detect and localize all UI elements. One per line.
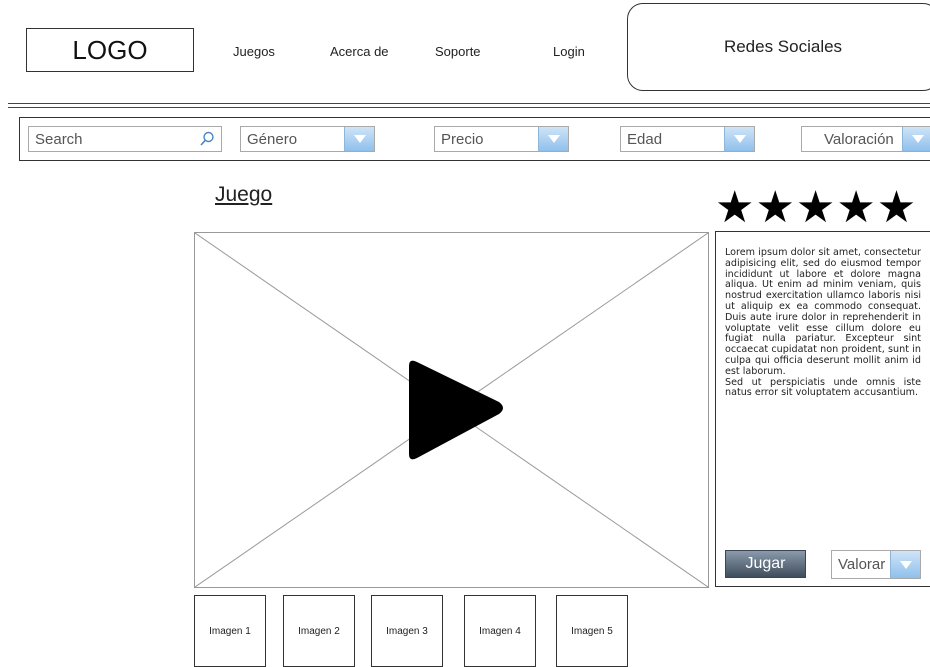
search-input[interactable]: Search [28,126,222,152]
nav-soporte[interactable]: Soporte [435,44,481,59]
social-links-box[interactable]: Redes Sociales [627,3,930,91]
game-title[interactable]: Juego [215,183,272,207]
age-dropdown-label: Edad [627,130,663,148]
header-divider-top [8,103,930,104]
nav-login[interactable]: Login [553,44,585,59]
logo[interactable]: LOGO [26,28,194,72]
nav-acerca-de[interactable]: Acerca de [330,44,389,59]
rate-dropdown-label: Valorar [838,556,886,573]
thumbnail-3[interactable]: Imagen 3 [371,595,443,667]
filter-bar: Search Género Precio Edad Valoración [19,117,930,161]
price-dropdown-label: Precio [441,130,484,148]
thumbnail-5[interactable]: Imagen 5 [556,595,628,667]
nav-juegos[interactable]: Juegos [233,44,275,59]
rate-dropdown[interactable]: Valorar [831,550,921,579]
game-description-panel: Lorem ipsum dolor sit amet, consectetur … [715,231,930,587]
game-description: Lorem ipsum dolor sit amet, consectetur … [725,247,921,399]
chevron-down-icon[interactable] [890,551,920,578]
play-icon[interactable] [399,358,509,468]
genre-dropdown[interactable]: Género [240,126,375,152]
thumbnail-2[interactable]: Imagen 2 [283,595,355,667]
play-button[interactable]: Jugar [725,550,806,578]
search-icon[interactable] [199,131,215,147]
price-dropdown[interactable]: Precio [434,126,569,152]
thumbnail-4[interactable]: Imagen 4 [464,595,536,667]
header-divider-bottom [8,107,930,108]
video-player[interactable] [194,232,709,588]
age-dropdown[interactable]: Edad [620,126,755,152]
rating-stars: ★★★★★ [715,183,918,232]
chevron-down-icon[interactable] [724,127,754,151]
chevron-down-icon[interactable] [902,127,930,151]
rating-dropdown[interactable]: Valoración [801,126,930,152]
chevron-down-icon[interactable] [538,127,568,151]
genre-dropdown-label: Género [247,130,298,148]
chevron-down-icon[interactable] [344,127,374,151]
thumbnail-1[interactable]: Imagen 1 [194,595,266,667]
search-placeholder: Search [35,130,83,148]
rating-dropdown-label: Valoración [824,130,894,148]
